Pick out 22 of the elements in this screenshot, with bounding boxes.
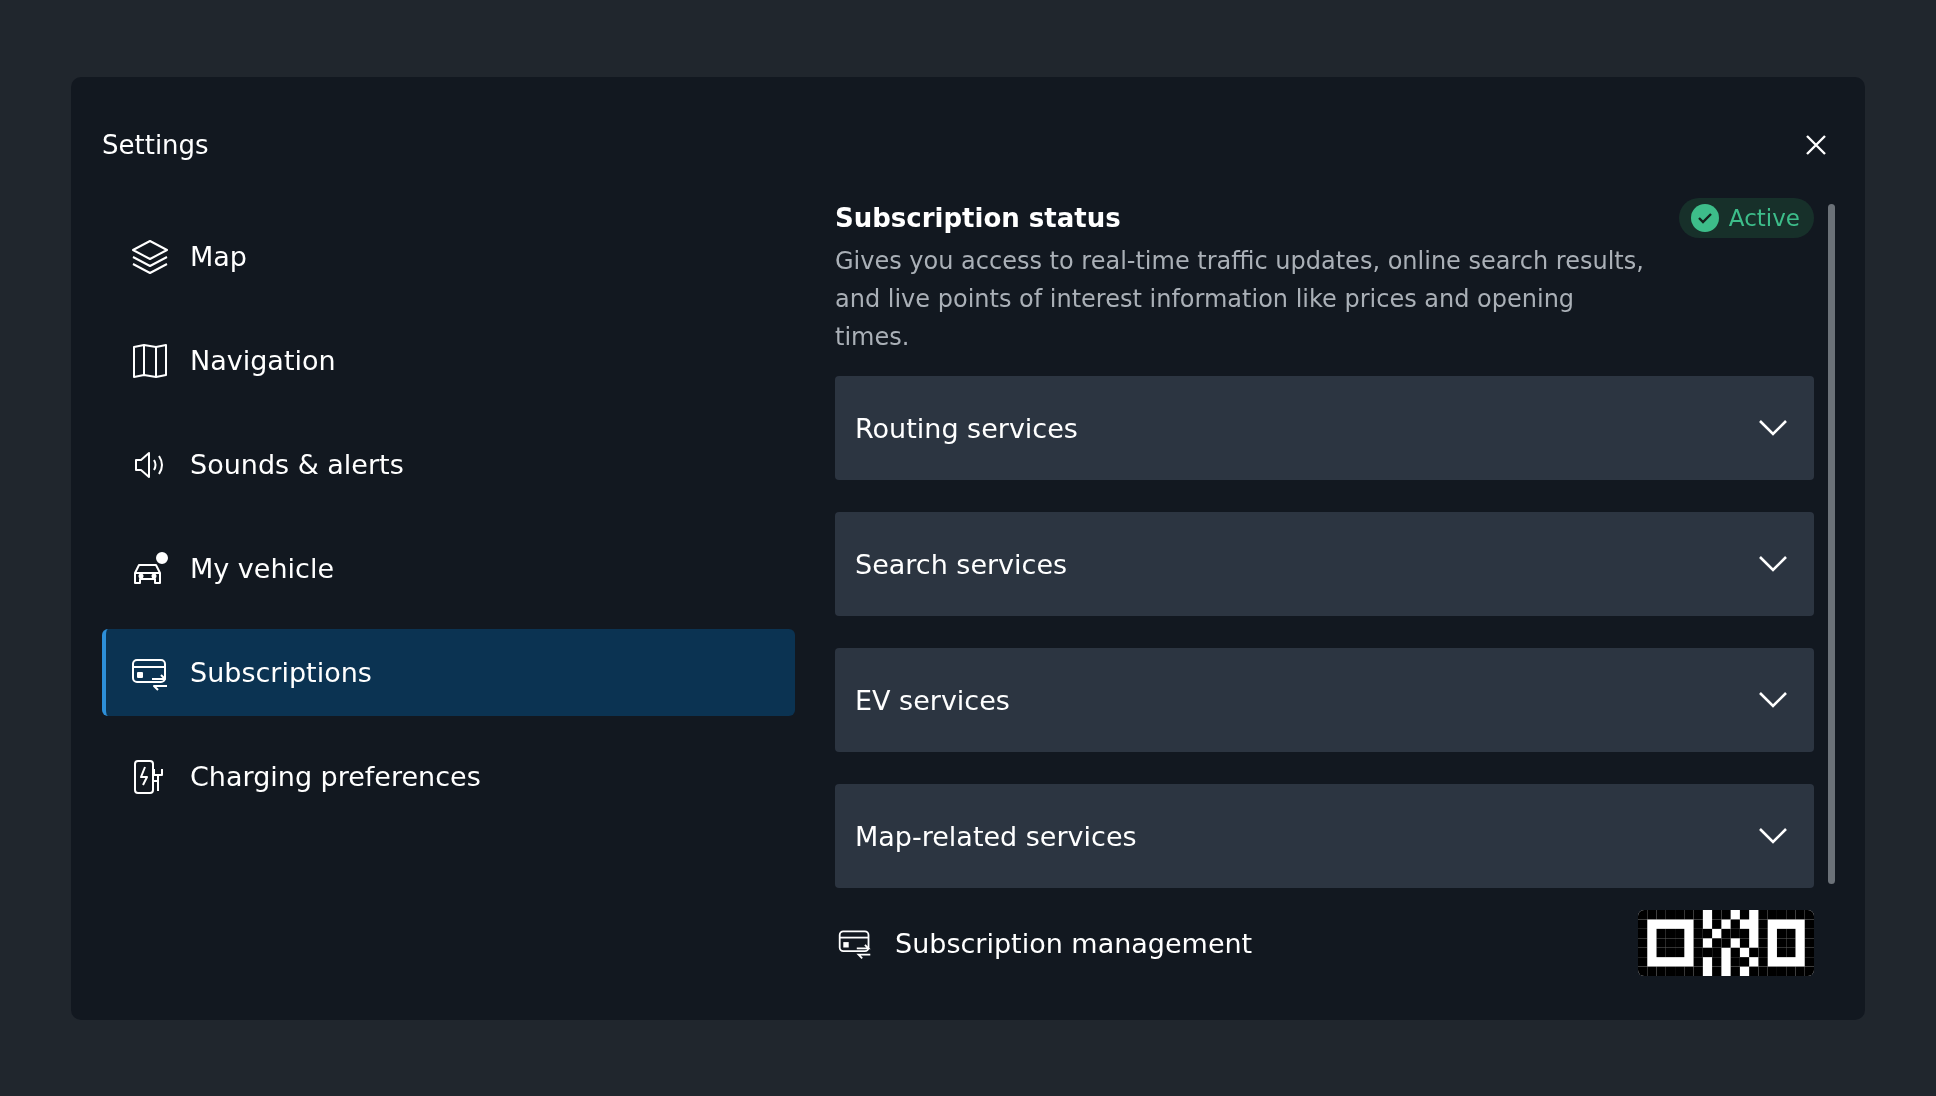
- description-text: Gives you access to real-time traffic updates, online search results, and live points of interest information like prices and opening times.: [835, 246, 1645, 353]
- close-icon: [1805, 134, 1827, 156]
- accordion-row[interactable]: Search services: [835, 512, 1814, 616]
- chevron-icon: [1758, 691, 1788, 709]
- sidebar-item[interactable]: Map: [102, 213, 795, 300]
- accordion-row[interactable]: Map-related services: [835, 784, 1814, 888]
- sidebar-item[interactable]: Subscriptions: [102, 629, 795, 716]
- sidebar-item[interactable]: Navigation: [102, 317, 795, 404]
- check-circle-icon: [1690, 204, 1719, 232]
- dialog-title: Settings: [102, 130, 209, 160]
- accordion-row[interactable]: Routing services: [835, 376, 1814, 480]
- chevron-icon: [1758, 419, 1788, 437]
- status-badge: Active: [1678, 198, 1814, 238]
- scrollbar[interactable]: [1828, 204, 1835, 884]
- sidebar-item[interactable]: Charging preferences: [102, 733, 795, 820]
- chevron-icon: [1758, 555, 1788, 573]
- subscription-management-link[interactable]: Subscription management: [895, 927, 1618, 959]
- accordion-row[interactable]: EV services: [835, 648, 1814, 752]
- sidebar-item[interactable]: My vehicle: [102, 525, 795, 612]
- section-heading: Subscription status: [835, 203, 1121, 233]
- chevron-icon: [1758, 827, 1788, 845]
- sidebar-item[interactable]: Sounds & alerts: [102, 421, 795, 508]
